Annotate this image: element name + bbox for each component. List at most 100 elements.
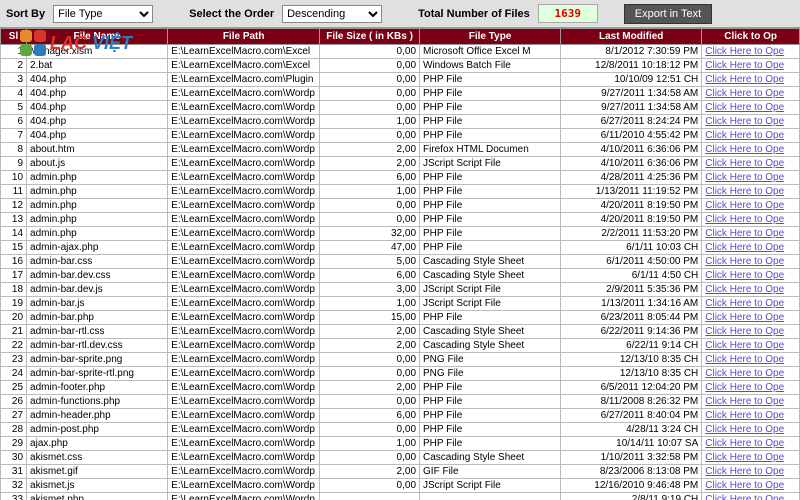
open-file-link[interactable]: Click Here to Ope [705,144,784,155]
cell-file-path: E:\LearnExcelMacro.com\Wordp [168,311,320,325]
open-file-link[interactable]: Click Here to Ope [705,186,784,197]
col-header-file-size[interactable]: File Size ( in KBs ) [320,29,420,45]
open-file-link[interactable]: Click Here to Ope [705,228,784,239]
table-row[interactable]: 15admin-ajax.phpE:\LearnExcelMacro.com\W… [1,241,800,255]
open-file-link[interactable]: Click Here to Ope [705,452,784,463]
cell-open: Click Here to Ope [702,465,800,479]
cell-sl: 16 [1,255,27,269]
sort-by-select[interactable]: File Type [53,5,153,23]
export-text-button[interactable]: Export in Text [624,4,712,24]
table-row[interactable]: 22admin-bar-rtl.dev.cssE:\LearnExcelMacr… [1,339,800,353]
table-row[interactable]: 7404.phpE:\LearnExcelMacro.com\Wordp0,00… [1,129,800,143]
table-row[interactable]: 24admin-bar-sprite-rtl.pngE:\LearnExcelM… [1,367,800,381]
open-file-link[interactable]: Click Here to Ope [705,116,784,127]
table-row[interactable]: 21admin-bar-rtl.cssE:\LearnExcelMacro.co… [1,325,800,339]
table-row[interactable]: 27admin-header.phpE:\LearnExcelMacro.com… [1,409,800,423]
open-file-link[interactable]: Click Here to Ope [705,256,784,267]
open-file-link[interactable]: Click Here to Ope [705,340,784,351]
open-file-link[interactable]: Click Here to Ope [705,214,784,225]
open-file-link[interactable]: Click Here to Ope [705,172,784,183]
open-file-link[interactable]: Click Here to Ope [705,158,784,169]
open-file-link[interactable]: Click Here to Ope [705,466,784,477]
open-file-link[interactable]: Click Here to Ope [705,88,784,99]
cell-file-size: 0,00 [320,451,420,465]
table-row[interactable]: 16admin-bar.cssE:\LearnExcelMacro.com\Wo… [1,255,800,269]
open-file-link[interactable]: Click Here to Ope [705,102,784,113]
cell-open: Click Here to Ope [702,339,800,353]
cell-last-modified: 2/2/2011 11:53:20 PM [561,227,702,241]
table-row[interactable]: 6404.phpE:\LearnExcelMacro.com\Wordp1,00… [1,115,800,129]
cell-sl: 33 [1,493,27,500]
cell-sl: 4 [1,87,27,101]
open-file-link[interactable]: Click Here to Ope [705,354,784,365]
open-file-link[interactable]: Click Here to Ope [705,298,784,309]
cell-open: Click Here to Ope [702,479,800,493]
table-row[interactable]: 31akismet.gifE:\LearnExcelMacro.com\Word… [1,465,800,479]
cell-file-path: E:\LearnExcelMacro.com\Wordp [168,297,320,311]
table-row[interactable]: 9about.jsE:\LearnExcelMacro.com\Wordp2,0… [1,157,800,171]
cell-file-name: about.htm [27,143,168,157]
table-row[interactable]: 25admin-footer.phpE:\LearnExcelMacro.com… [1,381,800,395]
table-row[interactable]: 3404.phpE:\LearnExcelMacro.com\Plugin0,0… [1,73,800,87]
col-header-file-path[interactable]: File Path [168,29,320,45]
cell-file-name: 404.php [27,87,168,101]
cell-file-path: E:\LearnExcelMacro.com\Wordp [168,325,320,339]
open-file-link[interactable]: Click Here to Ope [705,242,784,253]
table-row[interactable]: 28admin-post.phpE:\LearnExcelMacro.com\W… [1,423,800,437]
cell-file-size: 0,00 [320,213,420,227]
open-file-link[interactable]: Click Here to Ope [705,480,784,491]
open-file-link[interactable]: Click Here to Ope [705,74,784,85]
table-row[interactable]: 23admin-bar-sprite.pngE:\LearnExcelMacro… [1,353,800,367]
open-file-link[interactable]: Click Here to Ope [705,270,784,281]
cell-last-modified: 6/22/2011 9:14:36 PM [561,325,702,339]
cell-last-modified: 8/11/2008 8:26:32 PM [561,395,702,409]
table-row[interactable]: 11admin.phpE:\LearnExcelMacro.com\Wordp1… [1,185,800,199]
table-row[interactable]: 17admin-bar.dev.cssE:\LearnExcelMacro.co… [1,269,800,283]
table-row[interactable]: 19admin-bar.jsE:\LearnExcelMacro.com\Wor… [1,297,800,311]
cell-open: Click Here to Ope [702,353,800,367]
table-row[interactable]: 32akismet.jsE:\LearnExcelMacro.com\Wordp… [1,479,800,493]
table-row[interactable]: 33akismet.phpE:\LearnExcelMacro.com\Word… [1,493,800,500]
cell-open: Click Here to Ope [702,129,800,143]
table-row[interactable]: 22.batE:\LearnExcelMacro.com\Excel0,00Wi… [1,59,800,73]
open-file-link[interactable]: Click Here to Ope [705,326,784,337]
open-file-link[interactable]: Click Here to Ope [705,130,784,141]
order-select[interactable]: Descending [282,5,382,23]
table-row[interactable]: 8about.htmE:\LearnExcelMacro.com\Wordp2,… [1,143,800,157]
cell-file-size: 15,00 [320,311,420,325]
open-file-link[interactable]: Click Here to Ope [705,438,784,449]
file-grid[interactable]: Sl File Name File Path File Size ( in KB… [0,28,800,500]
open-file-link[interactable]: Click Here to Ope [705,46,784,57]
open-file-link[interactable]: Click Here to Ope [705,424,784,435]
table-row[interactable]: 5404.phpE:\LearnExcelMacro.com\Wordp0,00… [1,101,800,115]
table-row[interactable]: 13admin.phpE:\LearnExcelMacro.com\Wordp0… [1,213,800,227]
open-file-link[interactable]: Click Here to Ope [705,410,784,421]
cell-sl: 18 [1,283,27,297]
col-header-last-modified[interactable]: Last Modified [561,29,702,45]
table-row[interactable]: 29ajax.phpE:\LearnExcelMacro.com\Wordp1,… [1,437,800,451]
open-file-link[interactable]: Click Here to Ope [705,284,784,295]
cell-file-path: E:\LearnExcelMacro.com\Wordp [168,269,320,283]
cell-file-name: akismet.css [27,451,168,465]
table-row[interactable]: 26admin-functions.phpE:\LearnExcelMacro.… [1,395,800,409]
table-row[interactable]: 30akismet.cssE:\LearnExcelMacro.com\Word… [1,451,800,465]
cell-open: Click Here to Ope [702,185,800,199]
cell-last-modified: 6/1/2011 4:50:00 PM [561,255,702,269]
col-header-file-type[interactable]: File Type [420,29,561,45]
open-file-link[interactable]: Click Here to Ope [705,200,784,211]
table-row[interactable]: 14admin.phpE:\LearnExcelMacro.com\Wordp3… [1,227,800,241]
cell-file-path: E:\LearnExcelMacro.com\Wordp [168,101,320,115]
table-row[interactable]: 20admin-bar.phpE:\LearnExcelMacro.com\Wo… [1,311,800,325]
col-header-open[interactable]: Click to Op [702,29,800,45]
open-file-link[interactable]: Click Here to Ope [705,60,784,71]
table-row[interactable]: 12admin.phpE:\LearnExcelMacro.com\Wordp0… [1,199,800,213]
open-file-link[interactable]: Click Here to Ope [705,396,784,407]
table-row[interactable]: 4404.phpE:\LearnExcelMacro.com\Wordp0,00… [1,87,800,101]
cell-open: Click Here to Ope [702,73,800,87]
open-file-link[interactable]: Click Here to Ope [705,494,784,500]
open-file-link[interactable]: Click Here to Ope [705,368,784,379]
open-file-link[interactable]: Click Here to Ope [705,382,784,393]
open-file-link[interactable]: Click Here to Ope [705,312,784,323]
table-row[interactable]: 18admin-bar.dev.jsE:\LearnExcelMacro.com… [1,283,800,297]
table-row[interactable]: 10admin.phpE:\LearnExcelMacro.com\Wordp6… [1,171,800,185]
